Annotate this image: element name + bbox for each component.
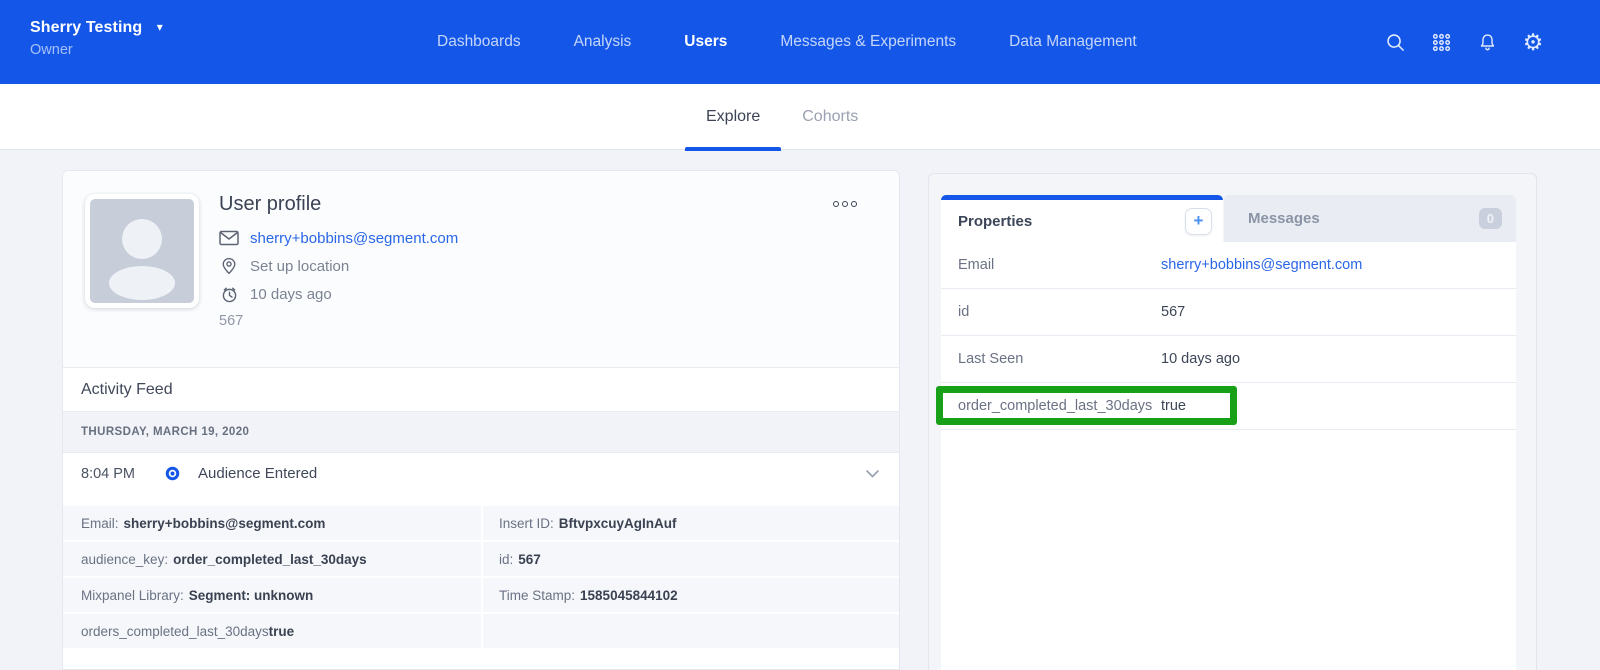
profile-user-id: 567 xyxy=(219,313,458,329)
alarm-clock-icon xyxy=(219,285,239,304)
chevron-down-icon[interactable] xyxy=(866,470,879,478)
detail-value: true xyxy=(269,624,295,639)
nav-item-dashboards[interactable]: Dashboards xyxy=(437,33,521,51)
envelope-icon xyxy=(219,230,239,246)
tab-messages-label: Messages xyxy=(1248,210,1320,227)
property-row-last-seen: Last Seen10 days ago xyxy=(941,336,1516,383)
activity-event-row[interactable]: 8:04 PM Audience Entered xyxy=(63,453,899,494)
event-detail-cell: Time Stamp: 1585045844102 xyxy=(483,578,899,612)
property-row-email: Emailsherry+bobbins@segment.com xyxy=(941,242,1516,289)
audience-event-dot-icon xyxy=(165,466,180,481)
event-detail-cell: orders_completed_last_30daystrue xyxy=(63,614,481,648)
event-detail-row: orders_completed_last_30daystrue xyxy=(63,614,899,648)
activity-date-header: THURSDAY, MARCH 19, 2020 xyxy=(63,412,899,453)
activity-feed-title: Activity Feed xyxy=(63,368,899,412)
detail-value: 567 xyxy=(518,552,541,567)
workspace-role: Owner xyxy=(30,42,163,58)
profile-section: User profile sherry+bobbins@segment.com … xyxy=(63,171,899,368)
tab-cohorts[interactable]: Cohorts xyxy=(781,84,879,150)
event-detail-cell: id: 567 xyxy=(483,542,899,576)
event-detail-cell: Mixpanel Library: Segment: unknown xyxy=(63,578,481,612)
event-detail-cell: Insert ID: BftvpxcuyAgInAuf xyxy=(483,506,899,540)
detail-label: Mixpanel Library: xyxy=(81,588,184,603)
event-detail-cell: Email: sherry+bobbins@segment.com xyxy=(63,506,481,540)
tab-properties-label: Properties xyxy=(958,213,1032,230)
profile-location-row: Set up location xyxy=(219,255,458,277)
user-profile-card: User profile sherry+bobbins@segment.com … xyxy=(62,170,900,670)
avatar xyxy=(85,194,199,308)
nav-item-messages-experiments[interactable]: Messages & Experiments xyxy=(780,33,956,51)
detail-value: BftvpxcuyAgInAuf xyxy=(559,516,677,531)
profile-last-seen-text: 10 days ago xyxy=(250,286,332,303)
property-value: 10 days ago xyxy=(1161,351,1240,367)
properties-panel-tabs: Properties + Messages 0 xyxy=(941,195,1516,242)
event-name: Audience Entered xyxy=(198,465,317,482)
profile-info: User profile sherry+bobbins@segment.com … xyxy=(219,193,458,329)
event-detail-row: audience_key: order_completed_last_30days… xyxy=(63,542,899,576)
event-detail-row: Email: sherry+bobbins@segment.com Insert I… xyxy=(63,506,899,540)
tab-properties[interactable]: Properties + xyxy=(941,195,1223,242)
detail-value: order_completed_last_30days xyxy=(173,552,367,567)
detail-label: id: xyxy=(499,552,513,567)
property-row-id: id567 xyxy=(941,289,1516,336)
detail-label: Time Stamp: xyxy=(499,588,575,603)
nav-item-users[interactable]: Users xyxy=(684,33,727,51)
event-detail-cell: audience_key: order_completed_last_30days xyxy=(63,542,481,576)
property-label: id xyxy=(958,304,1161,320)
event-time: 8:04 PM xyxy=(81,466,165,482)
tab-explore[interactable]: Explore xyxy=(685,84,781,150)
profile-title: User profile xyxy=(219,193,458,216)
profile-email-row: sherry+bobbins@segment.com xyxy=(219,227,458,249)
profile-email-link[interactable]: sherry+bobbins@segment.com xyxy=(250,230,458,247)
event-detail-row: Mixpanel Library: Segment: unknown Time St… xyxy=(63,578,899,612)
detail-label: orders_completed_last_30days xyxy=(81,624,269,639)
apps-grid-icon[interactable] xyxy=(1430,31,1452,53)
notifications-bell-icon[interactable] xyxy=(1476,31,1498,53)
detail-value: 1585045844102 xyxy=(580,588,678,603)
property-value: 567 xyxy=(1161,304,1185,320)
top-navigation-bar: Sherry Testing ▾ Owner Dashboards Analysi… xyxy=(0,0,1600,84)
location-pin-icon xyxy=(219,256,239,276)
property-row-order-completed-last-30days: order_completed_last_30daystrue xyxy=(941,383,1516,430)
profile-location-text[interactable]: Set up location xyxy=(250,258,349,275)
detail-value: sherry+bobbins@segment.com xyxy=(124,516,326,531)
nav-item-analysis[interactable]: Analysis xyxy=(574,33,632,51)
property-label: Last Seen xyxy=(958,351,1161,367)
detail-label: Email: xyxy=(81,516,119,531)
nav-item-data-management[interactable]: Data Management xyxy=(1009,33,1137,51)
properties-table: Emailsherry+bobbins@segment.comid567Last… xyxy=(941,242,1516,670)
profile-last-seen-row: 10 days ago xyxy=(219,283,458,305)
detail-label: audience_key: xyxy=(81,552,168,567)
settings-gear-icon[interactable]: ⚙ xyxy=(1522,31,1544,53)
workspace-name: Sherry Testing xyxy=(30,19,142,36)
more-options-ellipsis-icon[interactable] xyxy=(833,201,857,207)
event-detail-table: Email: sherry+bobbins@segment.com Insert I… xyxy=(63,506,899,648)
event-detail-cell xyxy=(483,614,899,648)
page-tabs: ExploreCohorts xyxy=(685,84,879,150)
property-label: Email xyxy=(958,257,1161,273)
property-value[interactable]: sherry+bobbins@segment.com xyxy=(1161,257,1362,273)
property-label: order_completed_last_30days xyxy=(958,398,1161,414)
caret-down-icon: ▾ xyxy=(157,20,163,34)
add-property-button[interactable]: + xyxy=(1185,208,1212,235)
workspace-switcher[interactable]: Sherry Testing ▾ Owner xyxy=(30,19,163,58)
nav-icon-group: ⚙ xyxy=(1384,0,1544,84)
properties-panel: Properties + Messages 0 Emailsherry+bobb… xyxy=(928,173,1537,670)
search-icon[interactable] xyxy=(1384,31,1406,53)
detail-value: Segment: unknown xyxy=(189,588,314,603)
messages-count-badge: 0 xyxy=(1479,208,1502,229)
detail-label: Insert ID: xyxy=(499,516,554,531)
tab-messages[interactable]: Messages 0 xyxy=(1224,195,1516,242)
property-value: true xyxy=(1161,398,1186,414)
page-tab-bar: ExploreCohorts xyxy=(0,84,1600,150)
primary-nav: Dashboards Analysis Users Messages & Experi… xyxy=(437,0,1137,84)
